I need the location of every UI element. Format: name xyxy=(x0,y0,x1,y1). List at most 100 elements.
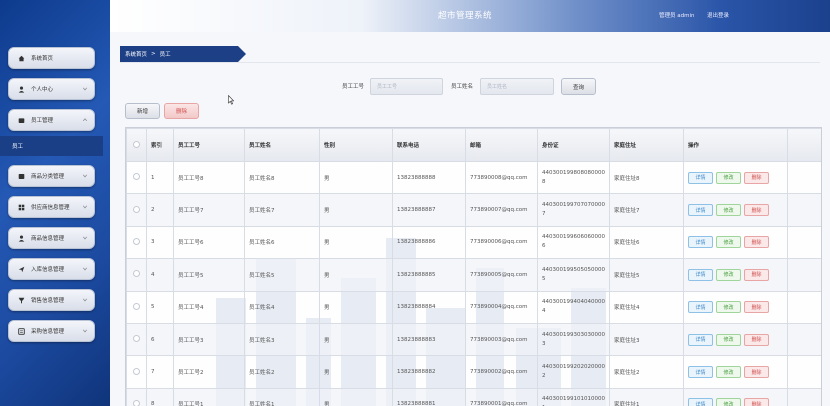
purchase-icon xyxy=(17,327,25,335)
cell-gender: 男 xyxy=(319,355,393,389)
select-all-checkbox[interactable] xyxy=(133,140,140,148)
row-checkbox[interactable] xyxy=(133,335,140,343)
sidebar-item-label: 销售信息管理 xyxy=(31,298,65,304)
edit-button[interactable]: 修改 xyxy=(716,204,741,217)
sidebar-item-inbound[interactable]: 入库信息管理 xyxy=(8,258,95,280)
row-select-cell[interactable] xyxy=(126,258,147,292)
column-header: 员工姓名 xyxy=(244,128,320,162)
detail-button[interactable]: 详情 xyxy=(688,204,713,217)
edit-button[interactable]: 修改 xyxy=(716,236,741,249)
column-header: 邮箱 xyxy=(465,128,538,162)
chevron-down-icon xyxy=(82,267,88,271)
sales-icon xyxy=(17,296,25,304)
sidebar-item-sales[interactable]: 销售信息管理 xyxy=(8,289,95,311)
detail-button[interactable]: 详情 xyxy=(688,333,713,346)
sidebar-item-label: 员工管理 xyxy=(31,118,54,124)
row-spacer xyxy=(787,387,821,406)
row-select-cell[interactable] xyxy=(126,225,147,260)
column-header: 家庭住址 xyxy=(609,128,684,162)
delete-button[interactable]: 删除 xyxy=(744,366,769,379)
sidebar-item-label: 采购信息管理 xyxy=(31,329,65,335)
row-spacer xyxy=(787,225,821,260)
staff-table-container: 索引 员工工号 员工姓名 性别 联系电话 邮箱 身份证 家庭住址 操作 1 员工工… xyxy=(125,127,822,406)
cell-phone: 13823888882 xyxy=(392,355,466,389)
emp-name-input[interactable] xyxy=(480,78,554,95)
delete-button[interactable]: 删除 xyxy=(744,268,769,281)
cell-gender: 男 xyxy=(319,160,393,195)
sidebar-subitem-staff[interactable]: 员工 xyxy=(0,136,103,156)
detail-button[interactable]: 详情 xyxy=(688,301,713,314)
breadcrumb-separator: > xyxy=(151,51,156,57)
logout-link[interactable]: 退出登录 xyxy=(707,11,729,19)
detail-button[interactable]: 详情 xyxy=(688,268,713,281)
cell-gender: 男 xyxy=(319,225,393,260)
detail-button[interactable]: 详情 xyxy=(688,366,713,379)
batch-delete-button[interactable]: 删除 xyxy=(164,103,199,119)
row-select-cell[interactable] xyxy=(126,160,147,195)
delete-button[interactable]: 删除 xyxy=(744,204,769,217)
row-select-cell[interactable] xyxy=(126,322,147,357)
sidebar-item-supplier[interactable]: 供应商信息管理 xyxy=(8,196,95,218)
cell-id-card: 440300199404040000 4 xyxy=(537,290,610,324)
row-checkbox[interactable] xyxy=(133,237,140,245)
row-checkbox[interactable] xyxy=(133,205,140,213)
row-checkbox[interactable] xyxy=(133,270,140,278)
sidebar-item-label: 个人中心 xyxy=(31,87,54,93)
detail-button[interactable]: 详情 xyxy=(688,236,713,249)
breadcrumb-home[interactable]: 系统首页 xyxy=(125,50,147,58)
cell-id-card: 440300199707070000 7 xyxy=(537,193,610,227)
row-select-cell[interactable] xyxy=(126,193,147,227)
row-select-cell[interactable] xyxy=(126,290,147,324)
chevron-down-icon xyxy=(82,205,88,209)
delete-button[interactable]: 删除 xyxy=(744,398,769,406)
add-button[interactable]: 新增 xyxy=(125,103,160,119)
row-checkbox[interactable] xyxy=(133,173,140,181)
select-all-cell[interactable] xyxy=(126,128,147,162)
cell-index: 1 xyxy=(146,160,174,195)
sidebar-item-staff[interactable]: 员工管理 xyxy=(8,109,95,131)
cell-phone: 13823888886 xyxy=(392,225,466,260)
row-checkbox[interactable] xyxy=(133,302,140,310)
sidebar-item-home[interactable]: 系统首页 xyxy=(8,47,95,69)
row-select-cell[interactable] xyxy=(126,355,147,389)
edit-button[interactable]: 修改 xyxy=(716,171,741,184)
edit-button[interactable]: 修改 xyxy=(716,398,741,406)
sidebar-item-profile[interactable]: 个人中心 xyxy=(8,78,95,100)
edit-button[interactable]: 修改 xyxy=(716,268,741,281)
row-actions: 详情 修改 删除 xyxy=(683,290,788,324)
delete-button[interactable]: 删除 xyxy=(744,301,769,314)
search-bar: 员工工号 员工姓名 查询 xyxy=(110,78,830,96)
emp-no-input[interactable] xyxy=(370,78,443,95)
sidebar-item-category[interactable]: 商品分类管理 xyxy=(8,165,95,187)
cell-address: 家庭住址6 xyxy=(609,225,684,260)
delete-button[interactable]: 删除 xyxy=(744,236,769,249)
detail-button[interactable]: 详情 xyxy=(688,171,713,184)
sidebar-item-product[interactable]: 商品信息管理 xyxy=(8,227,95,249)
cell-gender: 男 xyxy=(319,193,393,227)
cell-id-card: 440300199303030000 3 xyxy=(537,322,610,357)
row-checkbox[interactable] xyxy=(133,399,140,406)
row-select-cell[interactable] xyxy=(126,387,147,406)
row-spacer xyxy=(787,193,821,227)
row-checkbox[interactable] xyxy=(133,367,140,375)
cell-phone: 13823888887 xyxy=(392,193,466,227)
cell-index: 7 xyxy=(146,355,174,389)
edit-button[interactable]: 修改 xyxy=(716,366,741,379)
cell-emp-no: 员工工号5 xyxy=(173,258,245,292)
cell-email: 773890007@qq.com xyxy=(465,193,538,227)
row-spacer xyxy=(787,160,821,195)
sidebar-item-purchase[interactable]: 采购信息管理 xyxy=(8,320,95,342)
edit-button[interactable]: 修改 xyxy=(716,333,741,346)
detail-button[interactable]: 详情 xyxy=(688,398,713,406)
delete-button[interactable]: 删除 xyxy=(744,333,769,346)
cell-emp-name: 员工姓名4 xyxy=(244,290,320,324)
cell-email: 773890008@qq.com xyxy=(465,160,538,195)
cell-email: 773890001@qq.com xyxy=(465,387,538,406)
table-row: 1 员工工号8 员工姓名8 男 13823888888 773890008@qq.com 4… xyxy=(126,160,821,195)
delete-button[interactable]: 删除 xyxy=(744,171,769,184)
edit-button[interactable]: 修改 xyxy=(716,301,741,314)
query-button[interactable]: 查询 xyxy=(561,78,596,95)
row-actions: 详情 修改 删除 xyxy=(683,322,788,357)
current-user: 管理员 admin xyxy=(659,13,695,19)
chevron-down-icon xyxy=(82,236,88,240)
